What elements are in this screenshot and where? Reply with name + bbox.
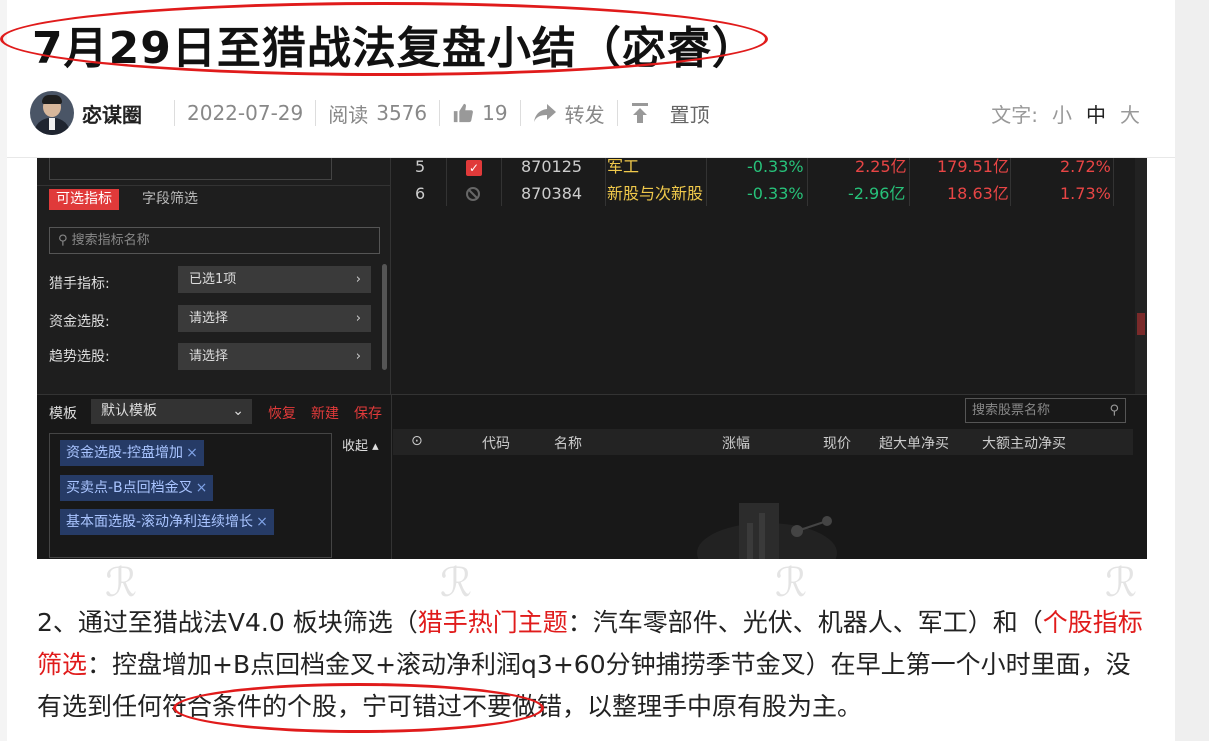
thumbs-up-icon <box>453 103 474 123</box>
search-icon: ⚲ <box>1109 403 1119 418</box>
filter-tag[interactable]: 买卖点-B点回档金叉 × <box>60 475 214 501</box>
disabled-icon <box>466 187 480 201</box>
row-label: 趋势选股: <box>49 349 110 365</box>
column-header[interactable]: 大额主动净买 <box>982 433 1066 453</box>
chevron-right-icon: › <box>355 349 361 364</box>
tab-field-filter[interactable]: 字段筛选 <box>142 189 198 210</box>
indicator-panel: 可选指标 字段筛选 ⚲ 搜索指标名称 猎手指标: 已选1项 › 资金选股: 请选择… <box>37 158 391 394</box>
restore-button[interactable]: 恢复 <box>268 403 296 423</box>
divider <box>439 100 441 126</box>
column-header[interactable]: 名称 <box>554 433 582 453</box>
save-button[interactable]: 保存 <box>354 403 382 423</box>
divider <box>174 100 175 126</box>
column-header[interactable]: 超大单净买 <box>879 433 949 453</box>
pin-button[interactable]: 置顶 <box>630 99 710 128</box>
title-annotation-ellipse <box>0 2 768 76</box>
like-count: 19 <box>482 101 508 125</box>
author-name[interactable]: 宓谋圈 <box>82 99 142 128</box>
close-icon: × <box>256 514 268 530</box>
filter-tag[interactable]: 基本面选股-滚动净利连续增长 × <box>60 509 274 535</box>
chevron-right-icon: › <box>355 272 361 287</box>
new-button[interactable]: 新建 <box>311 403 339 423</box>
tab-selectable-indicators[interactable]: 可选指标 <box>49 189 119 210</box>
settings-icon[interactable]: ⊙ <box>411 433 423 449</box>
column-header[interactable]: 现价 <box>823 433 851 453</box>
chevron-down-icon: ⌄ <box>232 403 244 419</box>
template-label: 模板 <box>49 406 77 422</box>
divider <box>519 100 521 126</box>
trend-select[interactable]: 请选择 › <box>178 343 371 370</box>
chevron-right-icon: › <box>355 311 361 326</box>
stock-search-input[interactable]: 搜索股票名称 ⚲ <box>965 398 1126 423</box>
filter-tag[interactable]: 资金选股-控盘增加 × <box>60 440 204 466</box>
column-header[interactable]: 代码 <box>482 433 510 453</box>
table-row[interactable]: 5 ✓ 870125 军工 -0.33% 2.25亿 179.51亿 2.72% <box>393 158 1133 179</box>
result-table-header: ⊙ 代码 名称 涨幅 现价 超大单净买 大额主动净买 <box>393 429 1133 455</box>
share-label: 转发 <box>564 102 605 127</box>
read-value: 3576 <box>376 101 428 125</box>
publish-date: 2022-07-29 <box>187 101 304 125</box>
hunter-indicator-select[interactable]: 已选1项 › <box>178 266 371 293</box>
font-size-label: 文字: <box>991 102 1038 127</box>
divider <box>616 100 618 126</box>
divider <box>315 100 317 126</box>
like-button[interactable]: 19 <box>452 101 508 125</box>
row-label: 猎手指标: <box>49 276 110 292</box>
table-scrollbar[interactable] <box>1135 158 1147 394</box>
pin-top-icon <box>631 103 648 123</box>
close-icon: × <box>195 480 208 496</box>
watermark-icon: ℛ <box>105 560 137 606</box>
stock-table: 5 ✓ 870125 军工 -0.33% 2.25亿 179.51亿 2.72%… <box>393 158 1133 206</box>
table-row[interactable]: 6 870384 新股与次新股 -0.33% -2.96亿 18.63亿 1.7… <box>393 182 1133 206</box>
capital-select[interactable]: 请选择 › <box>178 305 371 332</box>
panel-scrollbar[interactable] <box>382 264 387 370</box>
text-annotation-ellipse <box>173 683 544 733</box>
selected-tags-box: 资金选股-控盘增加 × 买卖点-B点回档金叉 × 基本面选股-滚动净利连续增长 × <box>49 433 332 558</box>
close-icon: × <box>186 445 198 461</box>
pin-label: 置顶 <box>669 102 710 127</box>
share-button[interactable]: 转发 <box>533 99 605 128</box>
top-box <box>49 158 332 180</box>
watermark-icon: ℛ <box>775 560 807 606</box>
collapse-button[interactable]: 收起 ▴ <box>342 435 379 454</box>
column-header[interactable]: 涨幅 <box>722 433 750 453</box>
indicator-search-input[interactable]: ⚲ 搜索指标名称 <box>49 227 380 254</box>
read-label: 阅读 <box>328 102 369 127</box>
checkbox-checked-icon[interactable]: ✓ <box>466 160 482 176</box>
avatar[interactable] <box>30 91 74 135</box>
watermark-icon: ℛ <box>440 560 472 606</box>
right-scrollbar-area[interactable] <box>1175 0 1209 741</box>
font-size-large[interactable]: 大 <box>1120 99 1140 128</box>
watermark-icon: ℛ <box>1105 560 1137 606</box>
embedded-screenshot: 可选指标 字段筛选 ⚲ 搜索指标名称 猎手指标: 已选1项 › 资金选股: 请选择… <box>37 158 1147 559</box>
template-select[interactable]: 默认模板 ⌄ <box>91 399 252 424</box>
font-size-small[interactable]: 小 <box>1052 99 1072 128</box>
font-size-medium[interactable]: 中 <box>1086 99 1106 128</box>
read-count: 阅读 3576 <box>328 99 427 128</box>
empty-state-illustration <box>697 503 837 559</box>
font-size-switcher: 文字: 小 中 大 <box>991 99 1140 128</box>
article-meta: 宓谋圈 2022-07-29 阅读 3576 19 转发 置顶 文字: 小 中 … <box>30 90 1140 136</box>
template-area: 模板 默认模板 ⌄ 恢复 新建 保存 资金选股-控盘增加 × 买卖点-B点回档金叉 ×… <box>37 394 1147 559</box>
row-label: 资金选股: <box>49 314 110 330</box>
share-arrow-icon <box>533 104 556 122</box>
